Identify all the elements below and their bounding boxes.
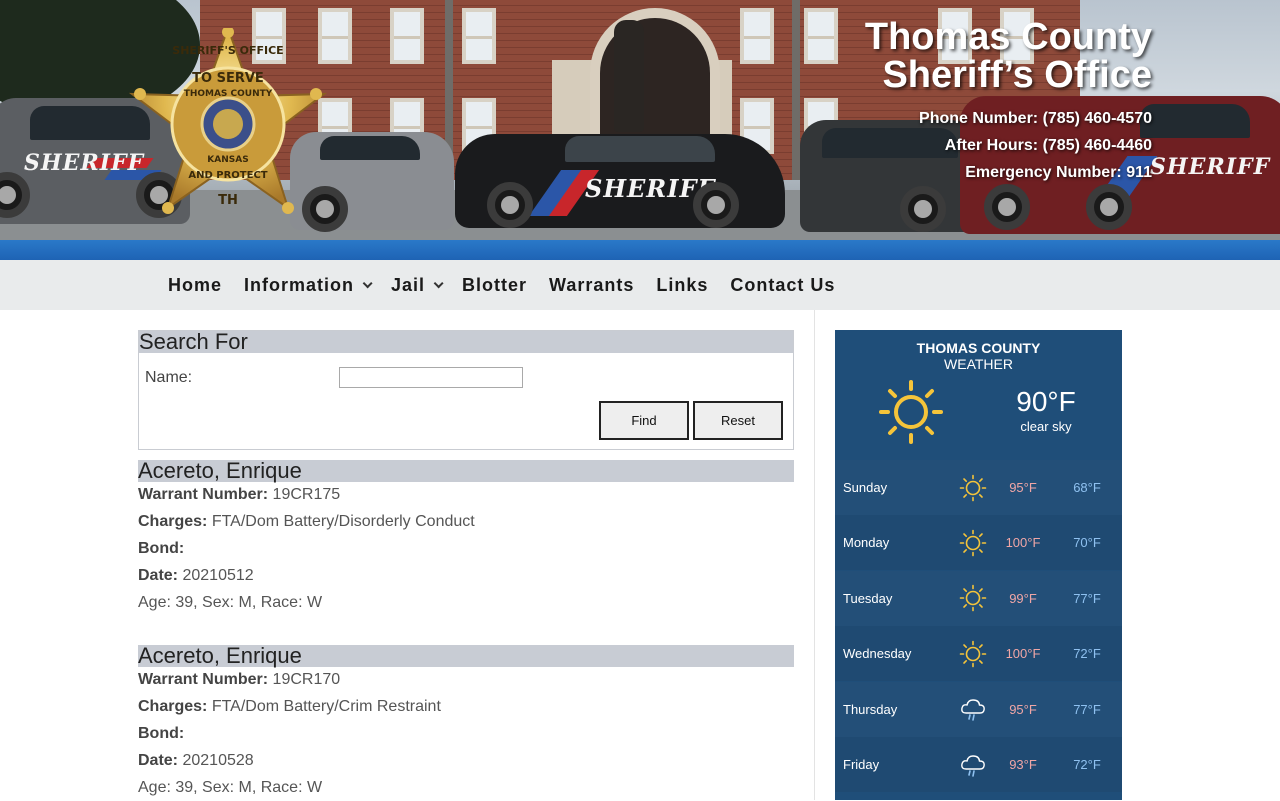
chevron-down-icon: [433, 277, 444, 288]
sun-icon: [959, 584, 987, 612]
forecast-row-wednesday: Wednesday 100°F 72°F: [835, 626, 1122, 682]
badge-text-county: THOMAS COUNTY: [184, 89, 273, 99]
forecast-high: 95°F: [1009, 480, 1037, 495]
forecast-high: 100°F: [1005, 535, 1041, 551]
badge-text-initials: TH: [218, 193, 238, 208]
forecast-high: 100°F: [1005, 646, 1041, 662]
sun-icon: [959, 529, 987, 557]
warrant-search-form: Search For Name: Find Reset: [138, 330, 794, 450]
nav-item-home[interactable]: Home: [168, 275, 222, 296]
forecast-day: Sunday: [843, 480, 888, 495]
record-demographics: Age: 39, Sex: M, Race: W: [138, 594, 323, 611]
name-label: Name:: [145, 369, 193, 386]
nav-item-information[interactable]: Information: [244, 275, 373, 296]
weather-city: THOMAS COUNTY: [916, 340, 1041, 356]
sidebar-divider: [814, 310, 815, 800]
record-bond: Bond:: [138, 540, 185, 557]
after-hours-number: After Hours: (785) 460-4460: [944, 137, 1152, 154]
forecast-low: 68°F: [1073, 480, 1101, 495]
rain-cloud-icon: [959, 695, 987, 723]
forecast-row-tuesday: Tuesday 99°F 77°F: [835, 570, 1122, 626]
forecast-row-friday: Friday 93°F 72°F: [835, 737, 1122, 792]
nav-item-contact-us[interactable]: Contact Us: [730, 275, 835, 296]
patrol-charger-black: SHERIFF: [455, 134, 785, 228]
forecast-low: 77°F: [1073, 590, 1101, 606]
reset-button[interactable]: Reset: [693, 401, 783, 440]
rain-cloud-icon: [959, 751, 987, 779]
emergency-number: Emergency Number: 911: [965, 164, 1152, 181]
header-banner: SHERIFF SHERIFF SHERIFF SHERIFF'S OFFICE…: [0, 0, 1280, 260]
current-condition: clear sky: [1020, 419, 1072, 434]
phone-number: Phone Number: (785) 460-4570: [919, 110, 1152, 127]
forecast-low: 72°F: [1073, 757, 1101, 772]
nav-item-jail[interactable]: Jail: [391, 275, 444, 296]
sheriff-badge-logo[interactable]: SHERIFF'S OFFICE TO SERVE THOMAS COUNTY …: [128, 28, 328, 220]
site-title-line1: Thomas County: [864, 16, 1152, 58]
search-title: Search For: [139, 331, 793, 353]
nav-item-warrants[interactable]: Warrants: [549, 275, 634, 296]
record-warrant-number: Warrant Number: 19CR175: [138, 486, 341, 503]
forecast-row-sunday: Sunday 95°F 68°F: [835, 460, 1122, 515]
record-charges: Charges: FTA/Dom Battery/Disorderly Cond…: [138, 513, 475, 530]
site-title-line2: Sheriff’s Office: [882, 54, 1152, 96]
forecast-day: Tuesday: [843, 590, 893, 606]
site-title: Thomas County Sheriff’s Office: [865, 18, 1152, 94]
statue-image: [614, 20, 644, 132]
forecast-low: 72°F: [1073, 646, 1101, 662]
weather-widget[interactable]: THOMAS COUNTY WEATHER 90°F clear sky Sun…: [835, 330, 1122, 800]
forecast-high: 95°F: [1009, 701, 1037, 717]
badge-text-motto-bottom: AND PROTECT: [188, 170, 267, 181]
warrant-record: Acereto, Enrique Warrant Number: 19CR170…: [138, 645, 794, 801]
record-name: Acereto, Enrique: [138, 645, 794, 667]
sun-icon: [959, 640, 987, 668]
forecast-row-thursday: Thursday 95°F 77°F: [835, 681, 1122, 737]
forecast-day: Monday: [843, 535, 890, 551]
forecast-low: 77°F: [1073, 701, 1101, 717]
record-date: Date: 20210528: [138, 752, 254, 769]
nav-item-links[interactable]: Links: [656, 275, 708, 296]
weather-subtitle: WEATHER: [944, 356, 1013, 372]
current-temperature: 90°F: [1016, 386, 1076, 417]
chevron-down-icon: [362, 277, 373, 288]
sun-icon: [959, 474, 987, 502]
warrant-record: Acereto, Enrique Warrant Number: 19CR175…: [138, 460, 794, 616]
sun-icon: [879, 380, 943, 444]
record-bond: Bond:: [138, 725, 185, 742]
record-charges: Charges: FTA/Dom Battery/Crim Restraint: [138, 698, 441, 715]
header-contacts: Phone Number: (785) 460-4570 After Hours…: [919, 110, 1152, 191]
badge-text-top: SHERIFF'S OFFICE: [172, 44, 283, 57]
name-search-input[interactable]: [339, 367, 523, 388]
forecast-day: Wednesday: [843, 646, 912, 662]
forecast-high: 93°F: [1009, 757, 1037, 772]
record-date: Date: 20210512: [138, 567, 254, 584]
header-blue-band: [0, 240, 1280, 260]
badge-text-motto-top: TO SERVE: [192, 71, 264, 86]
forecast-high: 99°F: [1009, 590, 1037, 606]
find-button[interactable]: Find: [599, 401, 689, 440]
forecast-low: 70°F: [1073, 535, 1101, 551]
main-nav: Home Information Jail Blotter Warrants L…: [0, 260, 1280, 310]
forecast-row-monday: Monday 100°F 70°F: [835, 515, 1122, 571]
badge-text-state: KANSAS: [207, 155, 248, 165]
forecast-day: Friday: [843, 757, 880, 772]
nav-item-blotter[interactable]: Blotter: [462, 275, 527, 296]
record-warrant-number: Warrant Number: 19CR170: [138, 671, 341, 688]
forecast-day: Thursday: [843, 701, 898, 717]
record-name: Acereto, Enrique: [138, 460, 794, 482]
record-demographics: Age: 39, Sex: M, Race: W: [138, 779, 323, 796]
